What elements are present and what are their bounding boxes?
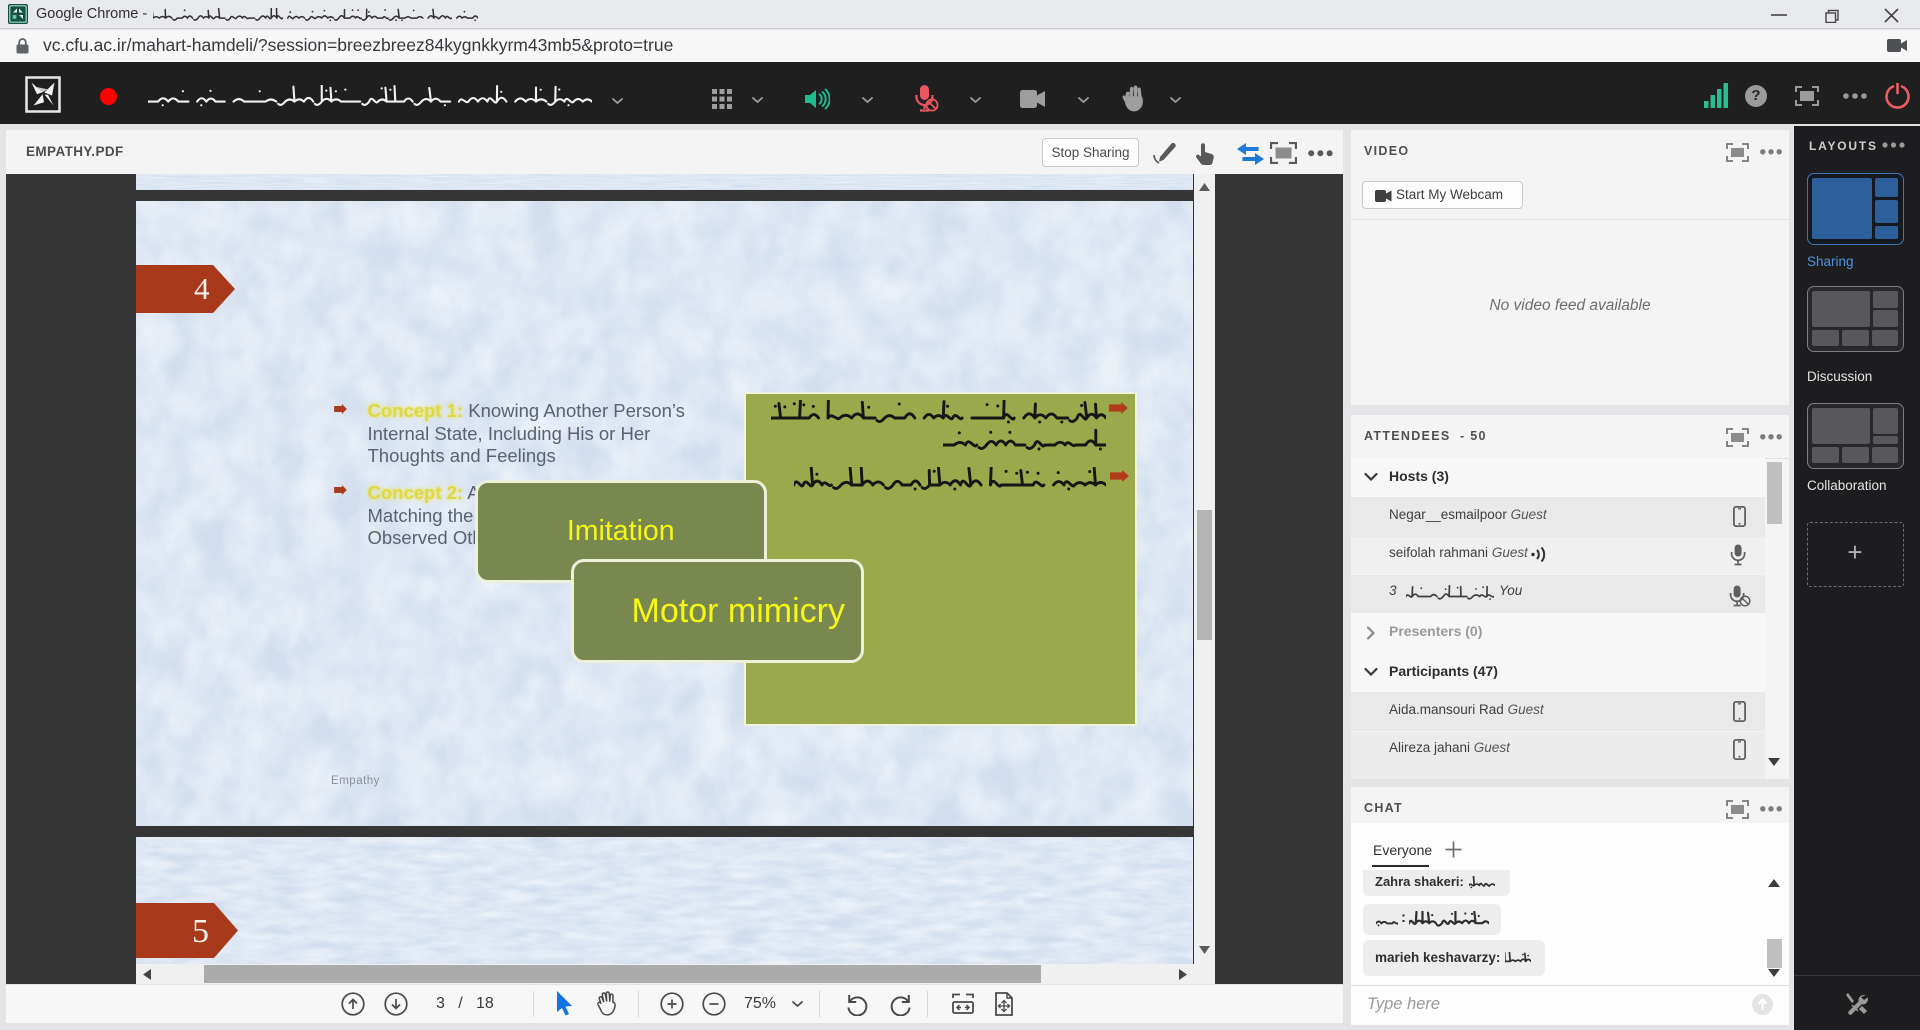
svg-text:4: 4 [194,271,210,306]
svg-text:5: 5 [192,913,209,950]
